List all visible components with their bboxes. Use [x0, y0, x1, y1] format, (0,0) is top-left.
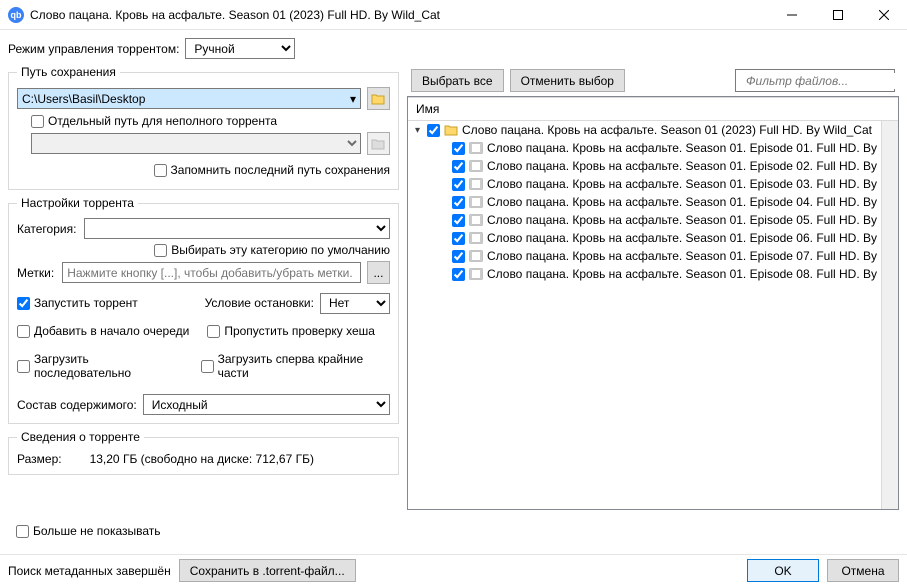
tree-file-label: Слово пацана. Кровь на асфальте. Season … — [487, 249, 877, 263]
tree-file-row[interactable]: Слово пацана. Кровь на асфальте. Season … — [408, 175, 881, 193]
folder-icon — [444, 123, 458, 137]
torrent-settings-group: Настройки торрента Категория: Выбирать э… — [8, 196, 399, 424]
info-legend: Сведения о торренте — [17, 430, 144, 444]
sequential-label: Загрузить последовательно — [34, 352, 183, 380]
tags-label: Метки: — [17, 266, 54, 280]
sequential-checkbox[interactable] — [17, 360, 30, 373]
layout-label: Состав содержимого: — [17, 398, 137, 412]
filter-input[interactable] — [744, 73, 905, 89]
edge-pieces-label: Загрузить сперва крайние части — [218, 352, 390, 380]
dont-show-checkbox[interactable] — [16, 525, 29, 538]
skip-hash-label: Пропустить проверку хеша — [224, 324, 375, 338]
tree-file-row[interactable]: Слово пацана. Кровь на асфальте. Season … — [408, 247, 881, 265]
tree-file-row[interactable]: Слово пацана. Кровь на асфальте. Season … — [408, 211, 881, 229]
dont-show-label: Больше не показывать — [33, 524, 161, 538]
tree-file-row[interactable]: Слово пацана. Кровь на асфальте. Season … — [408, 139, 881, 157]
window-title: Слово пацана. Кровь на асфальте. Season … — [30, 8, 769, 22]
stop-condition-label: Условие остановки: — [205, 296, 314, 310]
tags-input[interactable] — [62, 262, 361, 283]
collapse-icon[interactable]: ▾ — [412, 125, 423, 136]
titlebar: qb Слово пацана. Кровь на асфальте. Seas… — [0, 0, 907, 30]
tree-file-checkbox[interactable] — [452, 142, 465, 155]
separate-path-label: Отдельный путь для неполного торрента — [48, 114, 277, 128]
close-button[interactable] — [861, 0, 907, 30]
remember-path-label: Запомнить последний путь сохранения — [171, 163, 390, 177]
chevron-down-icon[interactable]: ▾ — [350, 92, 356, 106]
tree-file-row[interactable]: Слово пацана. Кровь на асфальте. Season … — [408, 193, 881, 211]
browse-incomplete-button — [367, 132, 390, 155]
tree-file-label: Слово пацана. Кровь на асфальте. Season … — [487, 213, 877, 227]
file-tree[interactable]: ▾ Слово пацана. Кровь на асфальте. Season… — [408, 121, 881, 509]
category-label: Категория: — [17, 222, 76, 236]
app-icon: qb — [8, 7, 24, 23]
tree-file-checkbox[interactable] — [452, 232, 465, 245]
category-select[interactable] — [84, 218, 390, 239]
video-file-icon — [469, 195, 483, 209]
save-path-input[interactable]: C:\Users\Basil\Desktop ▾ — [17, 88, 361, 109]
video-file-icon — [469, 267, 483, 281]
tree-file-checkbox[interactable] — [452, 178, 465, 191]
tree-file-label: Слово пацана. Кровь на асфальте. Season … — [487, 195, 877, 209]
stop-condition-select[interactable]: Нет — [320, 293, 390, 314]
start-torrent-checkbox[interactable] — [17, 297, 30, 310]
video-file-icon — [469, 213, 483, 227]
tree-file-row[interactable]: Слово пацана. Кровь на асфальте. Season … — [408, 157, 881, 175]
maximize-button[interactable] — [815, 0, 861, 30]
tree-header-name[interactable]: Имя — [408, 97, 898, 121]
tree-file-row[interactable]: Слово пацана. Кровь на асфальте. Season … — [408, 229, 881, 247]
tree-file-row[interactable]: Слово пацана. Кровь на асфальте. Season … — [408, 265, 881, 283]
start-torrent-label: Запустить торрент — [34, 296, 138, 310]
tree-root-label: Слово пацана. Кровь на асфальте. Season … — [462, 123, 872, 137]
tree-file-label: Слово пацана. Кровь на асфальте. Season … — [487, 141, 877, 155]
category-default-checkbox[interactable] — [154, 244, 167, 257]
select-all-button[interactable]: Выбрать все — [411, 69, 504, 92]
filter-wrapper — [735, 69, 895, 92]
status-text: Поиск метаданных завершён — [8, 564, 171, 578]
video-file-icon — [469, 177, 483, 191]
save-torrent-button[interactable]: Сохранить в .torrent-файл... — [179, 559, 356, 582]
scrollbar[interactable] — [881, 121, 898, 509]
ok-button[interactable]: OK — [747, 559, 819, 582]
mode-select[interactable]: Ручной — [185, 38, 295, 59]
separate-path-checkbox[interactable] — [31, 115, 44, 128]
tree-file-label: Слово пацана. Кровь на асфальте. Season … — [487, 159, 877, 173]
video-file-icon — [469, 231, 483, 245]
tree-file-checkbox[interactable] — [452, 160, 465, 173]
category-default-label: Выбирать эту категорию по умолчанию — [171, 243, 390, 257]
add-top-checkbox[interactable] — [17, 325, 30, 338]
tree-root-checkbox[interactable] — [427, 124, 440, 137]
video-file-icon — [469, 249, 483, 263]
save-path-legend: Путь сохранения — [17, 65, 120, 79]
tree-file-checkbox[interactable] — [452, 214, 465, 227]
skip-hash-checkbox[interactable] — [207, 325, 220, 338]
minimize-button[interactable] — [769, 0, 815, 30]
tree-file-checkbox[interactable] — [452, 268, 465, 281]
size-label: Размер: — [17, 452, 62, 466]
tags-browse-button[interactable]: ... — [367, 261, 390, 284]
tree-file-label: Слово пацана. Кровь на асфальте. Season … — [487, 267, 877, 281]
save-path-group: Путь сохранения C:\Users\Basil\Desktop ▾… — [8, 65, 399, 190]
tree-file-checkbox[interactable] — [452, 250, 465, 263]
edge-pieces-checkbox[interactable] — [201, 360, 214, 373]
deselect-all-button[interactable]: Отменить выбор — [510, 69, 625, 92]
browse-folder-button[interactable] — [367, 87, 390, 110]
tree-root-row[interactable]: ▾ Слово пацана. Кровь на асфальте. Season… — [408, 121, 881, 139]
settings-legend: Настройки торрента — [17, 196, 138, 210]
mode-label: Режим управления торрентом: — [8, 42, 179, 56]
remember-path-checkbox[interactable] — [154, 164, 167, 177]
size-value: 13,20 ГБ (свободно на диске: 712,67 ГБ) — [90, 452, 314, 466]
add-top-label: Добавить в начало очереди — [34, 324, 189, 338]
video-file-icon — [469, 141, 483, 155]
incomplete-path-select — [31, 133, 361, 154]
cancel-button[interactable]: Отмена — [827, 559, 899, 582]
tree-file-label: Слово пацана. Кровь на асфальте. Season … — [487, 231, 877, 245]
tree-file-label: Слово пацана. Кровь на асфальте. Season … — [487, 177, 877, 191]
video-file-icon — [469, 159, 483, 173]
torrent-info-group: Сведения о торренте Размер: 13,20 ГБ (св… — [8, 430, 399, 475]
layout-select[interactable]: Исходный — [143, 394, 390, 415]
tree-file-checkbox[interactable] — [452, 196, 465, 209]
